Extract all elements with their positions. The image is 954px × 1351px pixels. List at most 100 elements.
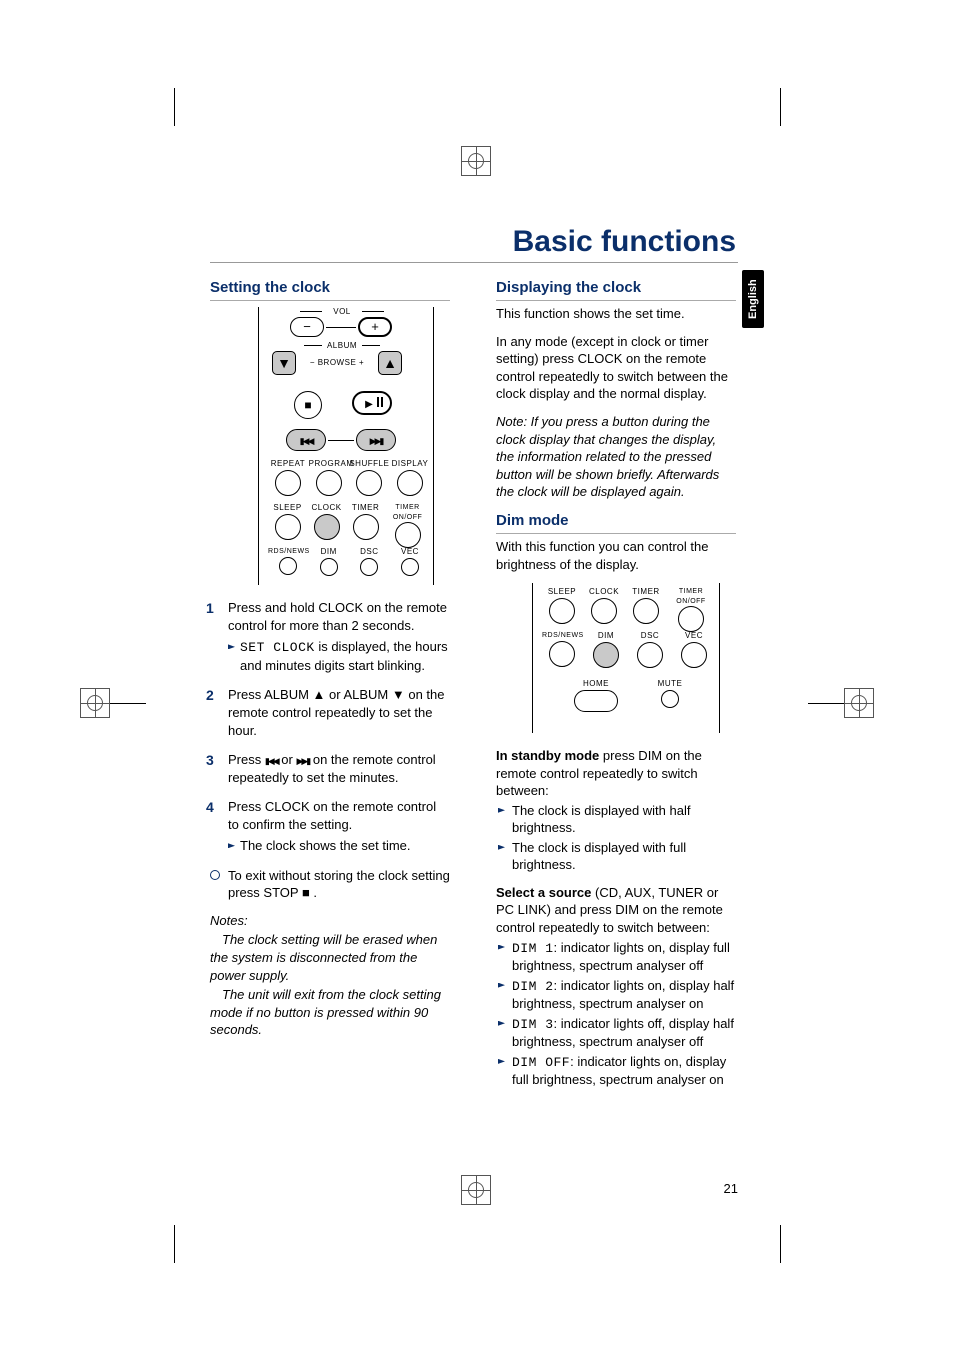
vol-up-button: +	[358, 317, 392, 337]
crop-mark	[174, 88, 175, 126]
timer-label-2: TIMER	[626, 587, 666, 598]
dim-opt-2-code: DIM 2	[512, 979, 554, 994]
browse-up-button	[378, 351, 402, 375]
step-2: 2 Press ALBUM or ALBUM on the remote con…	[210, 686, 450, 739]
dsc-button-2	[637, 642, 663, 668]
crop-mark	[174, 1225, 175, 1263]
steps-list: 1 Press and hold CLOCK on the remote con…	[210, 599, 450, 855]
standby-opt-2: The clock is displayed with full brightn…	[496, 839, 736, 874]
timer-onoff-label: TIMER ON/OFF	[385, 503, 430, 522]
step-3-text-b: or	[278, 752, 297, 767]
step-4-text: Press CLOCK on the remote control to con…	[228, 799, 436, 832]
display-clock-p1: This function shows the set time.	[496, 305, 736, 323]
note-1: The clock setting will be erased when th…	[210, 931, 450, 984]
dim-label: DIM	[309, 547, 349, 558]
exit-tip-text-b: .	[310, 885, 317, 900]
prev-track-button	[286, 429, 326, 451]
rdsnews-label-2: RDS/NEWS	[542, 631, 582, 640]
registration-mark	[461, 1175, 491, 1205]
dim-options: DIM 1: indicator lights on, display full…	[496, 939, 736, 1089]
home-label: HOME	[566, 679, 626, 690]
note-2: The unit will exit from the clock settin…	[210, 986, 450, 1039]
clock-label-2: CLOCK	[584, 587, 624, 598]
step-1-text: Press and hold CLOCK on the remote contr…	[228, 600, 447, 633]
mute-label: MUTE	[650, 679, 690, 690]
sleep-label: SLEEP	[268, 503, 307, 514]
source-paragraph: Select a source (CD, AUX, TUNER or PC LI…	[496, 884, 736, 937]
stop-icon	[302, 885, 310, 900]
step-2-text-a: Press ALBUM	[228, 687, 313, 702]
dim-opt-1-code: DIM 1	[512, 941, 554, 956]
step-3-number: 3	[206, 751, 214, 770]
dim-opt-4-code: DIM OFF	[512, 1055, 570, 1070]
shuffle-button	[356, 470, 382, 496]
rdsnews-button	[279, 557, 297, 575]
dsc-label-2: DSC	[630, 631, 670, 642]
dsc-button	[360, 558, 378, 576]
timer-button-2	[633, 598, 659, 624]
program-label: PROGRAM	[309, 459, 349, 470]
repeat-button	[275, 470, 301, 496]
sleep-button-2	[549, 598, 575, 624]
dim-opt-4: DIM OFF: indicator lights on, display fu…	[496, 1053, 736, 1089]
source-lead: Select a source	[496, 885, 591, 900]
dim-button	[320, 558, 338, 576]
repeat-label: REPEAT	[268, 459, 308, 470]
page-number: 21	[724, 1181, 738, 1196]
right-column: Displaying the clock This function shows…	[496, 278, 736, 1099]
timer-button	[353, 514, 379, 540]
browse-label: BROWSE	[318, 358, 357, 367]
next-icon	[296, 752, 309, 767]
clock-button	[314, 514, 340, 540]
clock-button-2	[591, 598, 617, 624]
remote-diagram-dim-mode: SLEEP CLOCK TIMER TIMER ON/OFF RDS/NEWS	[514, 583, 724, 733]
timer-label: TIMER	[346, 503, 385, 514]
registration-mark	[461, 146, 491, 176]
album-down-icon	[392, 687, 405, 702]
sleep-button	[275, 514, 301, 540]
step-3: 3 Press or on the remote control repeate…	[210, 751, 450, 786]
dim-button-2	[593, 642, 619, 668]
vec-button-2	[681, 642, 707, 668]
home-button	[574, 690, 618, 712]
step-2-text-b: or ALBUM	[325, 687, 391, 702]
dim-opt-1: DIM 1: indicator lights on, display full…	[496, 939, 736, 975]
dim-mode-p1: With this function you can control the b…	[496, 538, 736, 573]
section-heading-setting-clock: Setting the clock	[210, 278, 450, 301]
clock-label: CLOCK	[307, 503, 346, 514]
section-heading-display-clock: Displaying the clock	[496, 278, 736, 301]
step-1: 1 Press and hold CLOCK on the remote con…	[210, 599, 450, 674]
timer-onoff-button	[395, 522, 421, 548]
shuffle-label: SHUFFLE	[349, 459, 389, 470]
crop-mark	[780, 88, 781, 126]
dim-opt-3: DIM 3: indicator lights off, display hal…	[496, 1015, 736, 1051]
vol-down-button: −	[290, 317, 324, 337]
standby-options: The clock is displayed with half brightn…	[496, 802, 736, 874]
language-tab: English	[742, 270, 764, 328]
album-up-icon	[313, 687, 326, 702]
page-title: Basic functions	[513, 225, 736, 259]
vec-button	[401, 558, 419, 576]
dim-opt-3-code: DIM 3	[512, 1017, 554, 1032]
browse-minus-label: −	[310, 358, 315, 367]
step-4-sub-text: The clock shows the set time.	[240, 838, 411, 853]
display-label: DISPLAY	[390, 459, 430, 470]
browse-down-button	[272, 351, 296, 375]
display-clock-p2: In any mode (except in clock or timer se…	[496, 333, 736, 403]
vec-label: VEC	[390, 547, 430, 558]
step-3-text-a: Press	[228, 752, 265, 767]
play-pause-button	[352, 391, 392, 415]
program-button	[316, 470, 342, 496]
standby-opt-1: The clock is displayed with half brightn…	[496, 802, 736, 837]
prev-icon	[265, 752, 278, 767]
left-column: Setting the clock VOL − + ALBUM − BROWSE…	[210, 278, 450, 1049]
rdsnews-label: RDS/NEWS	[268, 547, 308, 556]
crop-mark	[780, 1225, 781, 1263]
exit-tip: To exit without storing the clock settin…	[210, 867, 450, 902]
dsc-label: DSC	[349, 547, 389, 558]
timer-onoff-label-2: TIMER ON/OFF	[668, 587, 714, 606]
step-4-number: 4	[206, 798, 214, 817]
dim-opt-2: DIM 2: indicator lights on, display half…	[496, 977, 736, 1013]
sleep-label-2: SLEEP	[542, 587, 582, 598]
step-2-number: 2	[206, 686, 214, 705]
